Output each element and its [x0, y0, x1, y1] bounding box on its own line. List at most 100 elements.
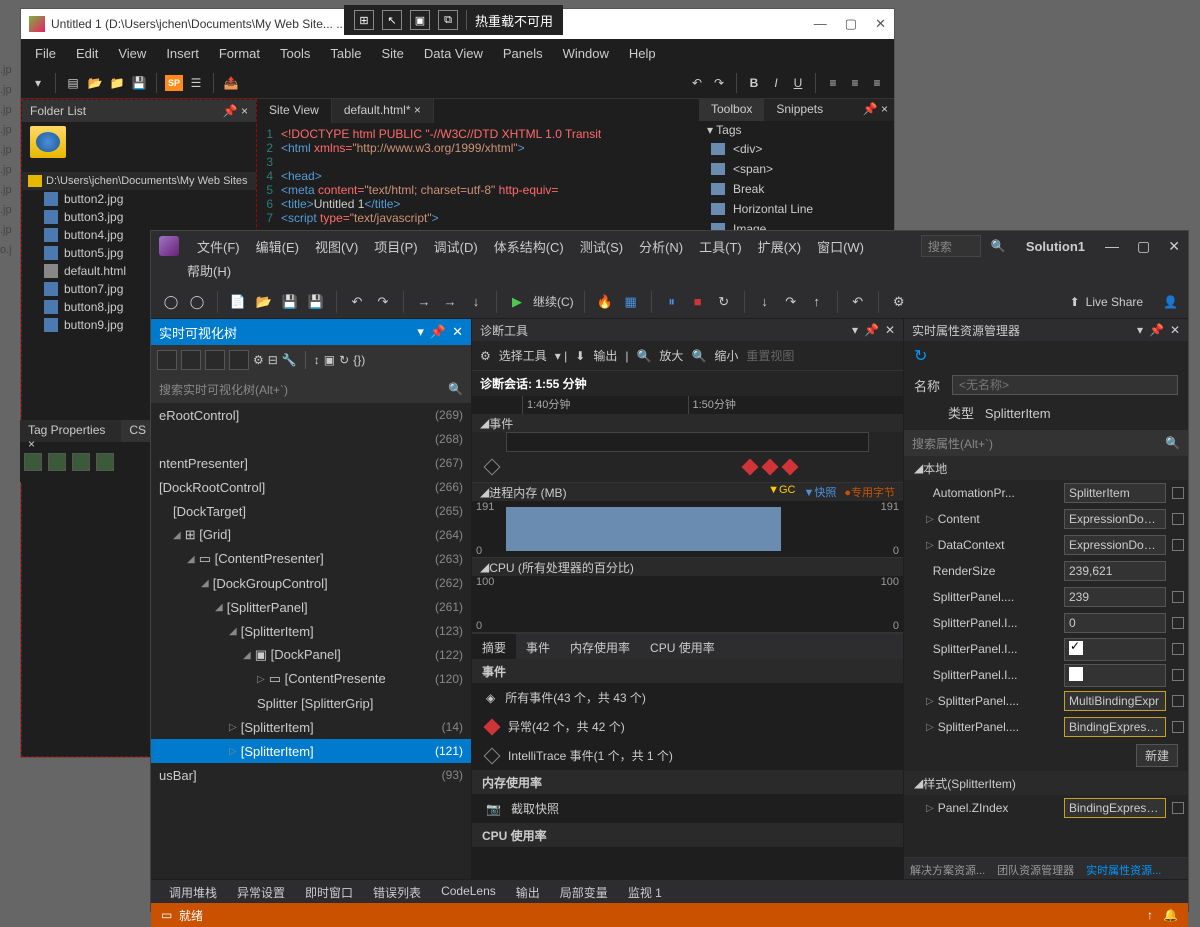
nav-icon[interactable]: ↶ [848, 292, 868, 312]
site-folder-icon[interactable] [30, 126, 66, 158]
property-row[interactable]: ▷SplitterPanel....MultiBindingExpr [904, 688, 1188, 714]
tree-tool-icon[interactable]: ⚙ [253, 353, 264, 367]
new-property-button[interactable]: 新建 [1136, 744, 1178, 767]
vs-menu-item[interactable]: 工具(T) [691, 237, 750, 256]
property-row[interactable]: ▷SplitterPanel....BindingExpressio [904, 714, 1188, 740]
step-icon[interactable]: → [414, 292, 434, 312]
nav-fwd-icon[interactable]: ◯ [187, 292, 207, 312]
tab-memory[interactable]: 内存使用率 [560, 634, 640, 659]
pause-icon[interactable]: ⏸ [662, 292, 682, 312]
diag-event-row[interactable]: IntelliTrace 事件(1 个，共 1 个) [472, 741, 903, 770]
select-tools[interactable]: 选择工具 [499, 347, 547, 364]
toolbox-item[interactable]: <div> [699, 139, 894, 159]
tree-tool-icon[interactable] [229, 350, 249, 370]
close-icon[interactable]: ✕ [1170, 323, 1180, 337]
property-checkbox[interactable] [1172, 721, 1184, 733]
cpu-header[interactable]: CPU (所有处理器的百分比) [489, 559, 634, 576]
property-checkbox[interactable] [1172, 487, 1184, 499]
tab-solution-explorer[interactable]: 解决方案资源... [904, 858, 991, 879]
tree-node[interactable]: ntentPresenter](267) [151, 451, 471, 475]
tree-node[interactable]: ◢[SplitterPanel](261) [151, 595, 471, 619]
align-center-icon[interactable]: ≡ [846, 74, 864, 92]
bottom-tab[interactable]: 局部变量 [550, 880, 618, 903]
vs-menu-item[interactable]: 调试(D) [426, 237, 486, 256]
menu-tools[interactable]: Tools [270, 42, 320, 65]
bottom-tab[interactable]: 即时窗口 [295, 880, 363, 903]
pin-icon[interactable]: 📌 [1149, 323, 1164, 337]
tree-node[interactable]: ▷▭ [ContentPresente(120) [151, 667, 471, 691]
vs-menu-item[interactable]: 编辑(E) [248, 237, 307, 256]
vs-menu-item[interactable]: 视图(V) [307, 237, 366, 256]
property-checkbox[interactable] [1172, 695, 1184, 707]
snap-select-icon[interactable]: ↖ [382, 10, 402, 30]
tree-node[interactable]: ◢▣ [DockPanel](122) [151, 643, 471, 667]
panel-pin-icon[interactable]: 📌 × [223, 104, 248, 118]
tab-snippets[interactable]: Snippets [764, 99, 835, 121]
property-checkbox[interactable] [1172, 802, 1184, 814]
publish-icon[interactable]: 📤 [222, 74, 240, 92]
camera-icon[interactable]: 📷 [486, 802, 501, 816]
property-row[interactable]: RenderSize239,621 [904, 558, 1188, 584]
tab-cpu[interactable]: CPU 使用率 [640, 634, 725, 659]
file-item[interactable]: button3.jpg [22, 208, 256, 226]
tree-node[interactable]: ◢[SplitterItem](123) [151, 619, 471, 643]
tree-node[interactable]: eRootControl](269) [151, 403, 471, 427]
preview-icon[interactable]: ☰ [187, 74, 205, 92]
redo-icon[interactable]: ↷ [373, 292, 393, 312]
property-row[interactable]: ▷Panel.ZIndexBindingExpressio [904, 795, 1188, 821]
property-checkbox[interactable] [1172, 669, 1184, 681]
liveshare-icon[interactable]: ⬆ [1070, 295, 1080, 309]
property-row[interactable]: SplitterPanel.I...✓ [904, 636, 1188, 662]
file-item[interactable]: button2.jpg [22, 190, 256, 208]
bottom-tab[interactable]: 监视 1 [618, 880, 672, 903]
property-row[interactable]: ▷DataContextExpressionDockG [904, 532, 1188, 558]
tree-tool-icon[interactable] [157, 350, 177, 370]
menu-dataview[interactable]: Data View [414, 42, 493, 65]
close-button[interactable]: ✕ [875, 16, 886, 32]
menu-format[interactable]: Format [209, 42, 270, 65]
tree-node[interactable]: ◢⊞ [Grid](264) [151, 523, 471, 547]
undo-icon[interactable]: ↶ [688, 74, 706, 92]
menu-file[interactable]: File [25, 42, 66, 65]
tree-node[interactable]: [DockRootControl](266) [151, 475, 471, 499]
maximize-button[interactable]: ▢ [845, 16, 857, 32]
property-row[interactable]: SplitterPanel....239 [904, 584, 1188, 610]
menu-window[interactable]: Window [553, 42, 619, 65]
property-row[interactable]: SplitterPanel.I... [904, 662, 1188, 688]
gear-icon[interactable]: ⚙ [480, 349, 491, 363]
close-icon[interactable]: ✕ [452, 324, 463, 340]
hot-reload-icon[interactable]: 🔥 [595, 292, 615, 312]
vs-menu-item[interactable]: 体系结构(C) [486, 237, 572, 256]
code-editor[interactable]: 1<!DOCTYPE html PUBLIC "-//W3C//DTD XHTM… [257, 123, 699, 229]
tagprop-icon[interactable] [24, 453, 42, 471]
tab-team-explorer[interactable]: 团队资源管理器 [991, 858, 1080, 879]
collapse-icon[interactable]: ⊟ [268, 353, 278, 367]
dropdown-icon[interactable]: ▾ [417, 324, 424, 340]
tools-icon[interactable]: ⚙ [889, 292, 909, 312]
align-right-icon[interactable]: ≡ [868, 74, 886, 92]
property-checkbox[interactable] [1172, 513, 1184, 525]
tab-summary[interactable]: 摘要 [472, 634, 516, 659]
tab-default-html[interactable]: default.html* × [332, 99, 434, 123]
property-checkbox[interactable] [1172, 591, 1184, 603]
maximize-button[interactable]: ▢ [1137, 238, 1150, 255]
snap-outline-icon[interactable]: ⧉ [438, 10, 458, 30]
bottom-tab[interactable]: 输出 [506, 880, 550, 903]
step-over-icon[interactable]: ↷ [781, 292, 801, 312]
bottom-tab[interactable]: 异常设置 [227, 880, 295, 903]
step-out-icon[interactable]: ↑ [807, 292, 827, 312]
step-icon[interactable]: → [440, 292, 460, 312]
liveshare-label[interactable]: Live Share [1086, 295, 1143, 309]
new-page-icon[interactable]: ▤ [64, 74, 82, 92]
menu-help[interactable]: Help [619, 42, 666, 65]
new-project-icon[interactable]: 📄 [228, 292, 248, 312]
tree-tool-icon[interactable]: {}) [353, 353, 365, 367]
tab-live-props[interactable]: 实时属性资源... [1080, 858, 1167, 879]
toolbox-group[interactable]: ▾ Tags [699, 121, 894, 139]
search-icon[interactable]: 🔍 [991, 239, 1006, 253]
panel-pin-icon[interactable]: 📌 × [857, 99, 894, 121]
underline-icon[interactable]: U [789, 74, 807, 92]
property-checkbox[interactable] [1172, 643, 1184, 655]
snapshot-button[interactable]: 截取快照 [511, 800, 559, 817]
tab-events[interactable]: 事件 [516, 634, 560, 659]
